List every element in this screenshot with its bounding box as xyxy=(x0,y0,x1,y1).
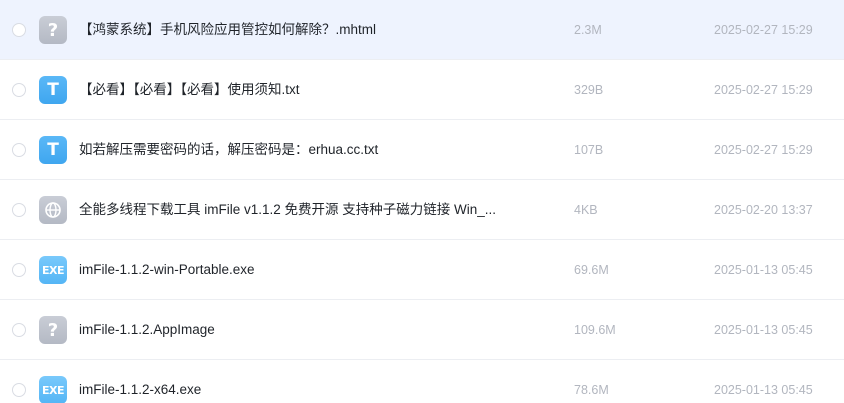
file-name[interactable]: 【鸿蒙系统】手机风险应用管控如何解除？.mhtml xyxy=(79,21,499,39)
file-date: 2025-02-27 15:29 xyxy=(714,143,813,157)
file-list: ? 【鸿蒙系统】手机风险应用管控如何解除？.mhtml 2.3M 2025-02… xyxy=(0,0,844,403)
file-size: 78.6M xyxy=(574,383,609,397)
exe-file-icon: EXE xyxy=(39,376,67,403)
file-name[interactable]: imFile-1.1.2.AppImage xyxy=(79,321,499,339)
file-name[interactable]: 如若解压需要密码的话，解压密码是：erhua.cc.txt xyxy=(79,141,499,159)
row-checkbox[interactable] xyxy=(12,83,26,97)
file-date: 2025-02-27 15:29 xyxy=(714,23,813,37)
file-row[interactable]: EXE imFile-1.1.2-x64.exe 78.6M 2025-01-1… xyxy=(0,360,844,403)
file-row[interactable]: T 【必看】【必看】【必看】使用须知.txt 329B 2025-02-27 1… xyxy=(0,60,844,120)
unknown-file-icon: ? xyxy=(39,16,67,44)
file-row[interactable]: ? imFile-1.1.2.AppImage 109.6M 2025-01-1… xyxy=(0,300,844,360)
file-size: 2.3M xyxy=(574,23,602,37)
file-date: 2025-01-13 05:45 xyxy=(714,323,813,337)
file-row[interactable]: ? 【鸿蒙系统】手机风险应用管控如何解除？.mhtml 2.3M 2025-02… xyxy=(0,0,844,60)
row-checkbox[interactable] xyxy=(12,263,26,277)
row-checkbox[interactable] xyxy=(12,23,26,37)
row-checkbox[interactable] xyxy=(12,203,26,217)
file-name[interactable]: imFile-1.1.2-x64.exe xyxy=(79,381,499,399)
file-name[interactable]: imFile-1.1.2-win-Portable.exe xyxy=(79,261,499,279)
row-checkbox[interactable] xyxy=(12,383,26,397)
file-date: 2025-02-27 15:29 xyxy=(714,83,813,97)
file-row[interactable]: EXE imFile-1.1.2-win-Portable.exe 69.6M … xyxy=(0,240,844,300)
globe-icon xyxy=(39,196,67,224)
text-file-icon: T xyxy=(39,76,67,104)
row-checkbox[interactable] xyxy=(12,323,26,337)
file-row[interactable]: T 如若解压需要密码的话，解压密码是：erhua.cc.txt 107B 202… xyxy=(0,120,844,180)
globe-icon-svg xyxy=(45,202,61,218)
unknown-file-icon: ? xyxy=(39,316,67,344)
file-size: 69.6M xyxy=(574,263,609,277)
file-row[interactable]: 全能多线程下载工具 imFile v1.1.2 免费开源 支持种子磁力链接 Wi… xyxy=(0,180,844,240)
file-size: 107B xyxy=(574,143,604,157)
exe-file-icon: EXE xyxy=(39,256,67,284)
file-name[interactable]: 全能多线程下载工具 imFile v1.1.2 免费开源 支持种子磁力链接 Wi… xyxy=(79,201,499,219)
file-name[interactable]: 【必看】【必看】【必看】使用须知.txt xyxy=(79,81,499,99)
file-date: 2025-02-20 13:37 xyxy=(714,203,813,217)
text-file-icon: T xyxy=(39,136,67,164)
row-checkbox[interactable] xyxy=(12,143,26,157)
file-size: 109.6M xyxy=(574,323,616,337)
file-size: 329B xyxy=(574,83,604,97)
file-date: 2025-01-13 05:45 xyxy=(714,263,813,277)
file-size: 4KB xyxy=(574,203,598,217)
file-date: 2025-01-13 05:45 xyxy=(714,383,813,397)
